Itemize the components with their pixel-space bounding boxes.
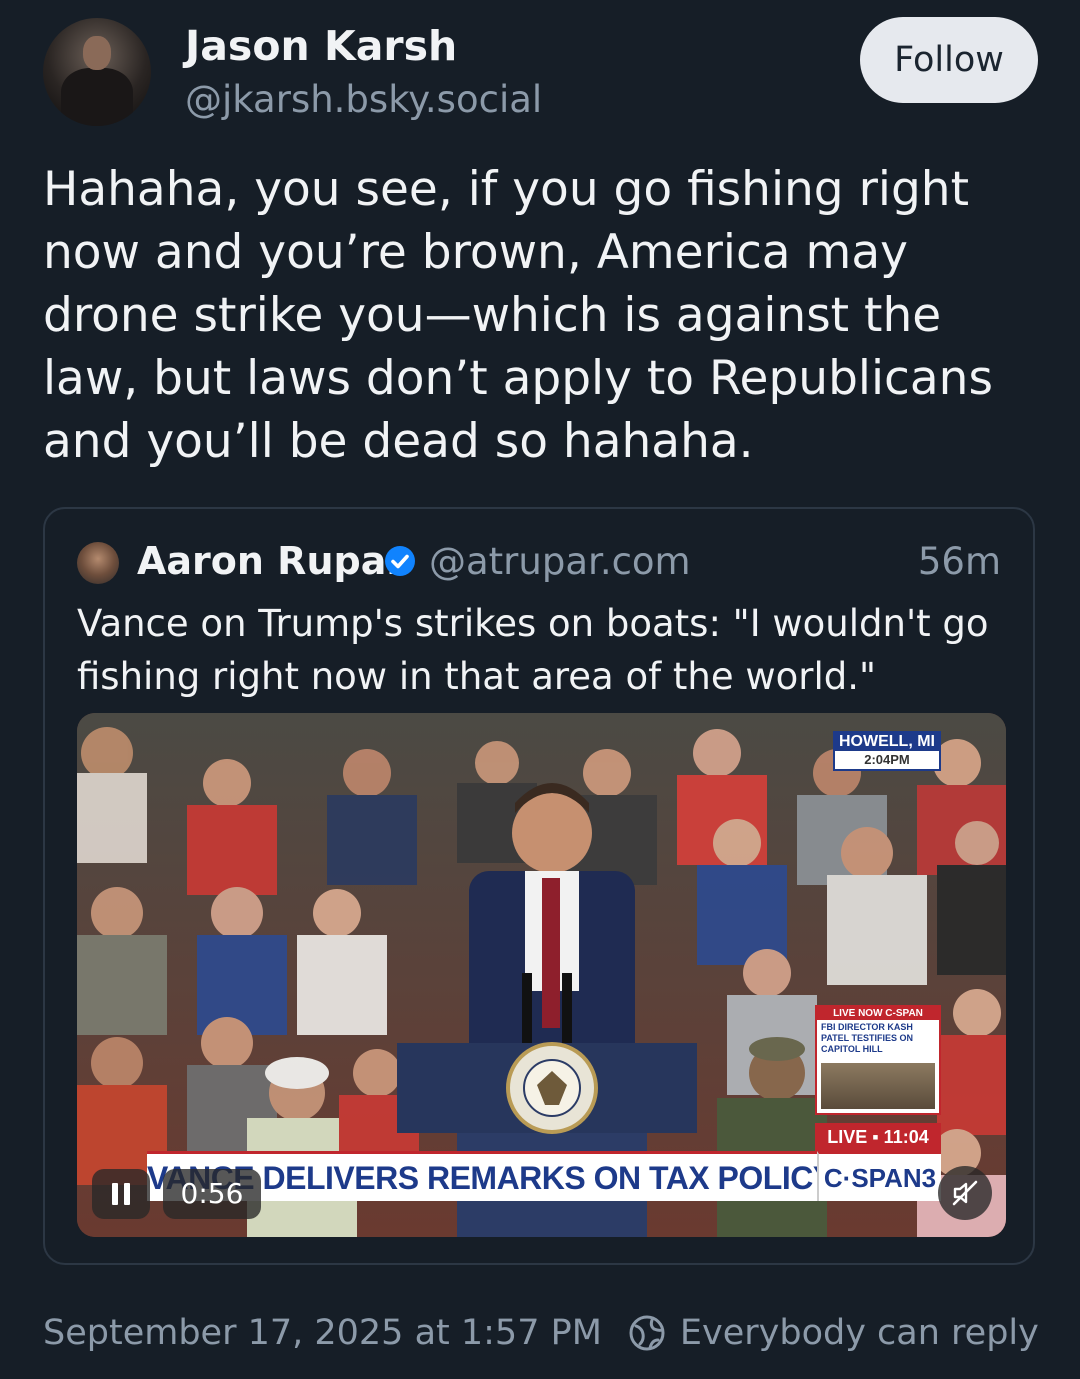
location-text: HOWELL, MI bbox=[833, 733, 941, 751]
quoted-author-handle[interactable]: @atrupar.com bbox=[429, 540, 691, 583]
quoted-post[interactable]: Aaron Rupar @atrupar.com 56m Vance on Tr… bbox=[43, 507, 1035, 1265]
quoted-post-text: Vance on Trump's strikes on boats: "I wo… bbox=[77, 602, 989, 698]
video-duration: 0:56 bbox=[163, 1169, 261, 1219]
mute-icon bbox=[952, 1180, 978, 1206]
reply-setting[interactable]: Everybody can reply bbox=[680, 1313, 1039, 1353]
quoted-author-name[interactable]: Aaron Rupar bbox=[137, 539, 405, 583]
location-tag: HOWELL, MI 2:04PM bbox=[833, 731, 941, 771]
pause-icon bbox=[112, 1183, 130, 1205]
live-now-text: FBI DIRECTOR KASH PATEL TESTIFIES ON CAP… bbox=[821, 1022, 914, 1054]
live-now-box: LIVE NOW C-SPAN FBI DIRECTOR KASH PATEL … bbox=[815, 1005, 941, 1115]
post-timestamp: September 17, 2025 at 1:57 PM bbox=[43, 1313, 602, 1353]
post-footer: September 17, 2025 at 1:57 PM Everybody … bbox=[43, 1313, 1039, 1353]
live-now-header: LIVE NOW C-SPAN bbox=[817, 1007, 939, 1020]
quoted-post-time: 56m bbox=[917, 540, 1001, 583]
pause-button[interactable] bbox=[92, 1169, 150, 1219]
post-text: Hahaha, you see, if you go fishing right… bbox=[43, 162, 993, 469]
network-logo: C·SPAN3 bbox=[817, 1151, 941, 1201]
author-avatar[interactable] bbox=[43, 18, 151, 126]
video-player[interactable]: HOWELL, MI 2:04PM LIVE NOW C-SPAN FBI DI… bbox=[77, 713, 1006, 1237]
globe-icon bbox=[629, 1315, 665, 1351]
quoted-author-avatar[interactable] bbox=[77, 542, 119, 584]
location-time: 2:04PM bbox=[864, 752, 910, 767]
post-card: Jason Karsh @jkarsh.bsky.social Follow H… bbox=[0, 0, 1080, 1379]
live-label: LIVE ▪ 11:04 bbox=[815, 1123, 941, 1151]
mute-button[interactable] bbox=[938, 1166, 992, 1220]
author-handle[interactable]: @jkarsh.bsky.social bbox=[185, 78, 542, 121]
follow-button[interactable]: Follow bbox=[860, 17, 1038, 103]
verified-icon bbox=[385, 546, 415, 576]
author-name[interactable]: Jason Karsh bbox=[185, 22, 457, 70]
live-now-thumbnail bbox=[821, 1063, 935, 1109]
